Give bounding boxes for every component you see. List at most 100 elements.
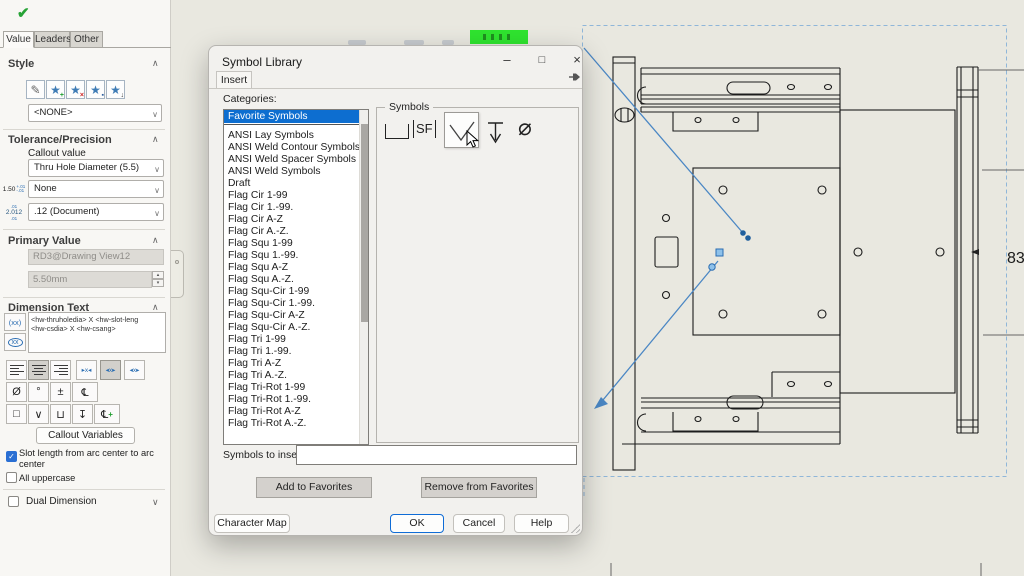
collapse-chevron-icon[interactable]: ∧	[152, 134, 159, 145]
category-item[interactable]: ANSI Weld Symbols	[224, 166, 359, 178]
category-item[interactable]: Flag Tri 1-99	[224, 334, 359, 346]
leader-handle-dot[interactable]	[709, 264, 715, 270]
inspection-dimension-button[interactable]: xx	[4, 333, 26, 351]
leader-handle-square[interactable]	[716, 249, 723, 256]
load-style-button[interactable]: ★ ↓	[106, 80, 125, 99]
collapse-chevron-icon[interactable]: ∧	[152, 58, 159, 69]
category-item[interactable]: Flag Tri-Rot 1.-99.	[224, 394, 359, 406]
justify-expand-button[interactable]: ◂x▸	[124, 360, 145, 380]
callout-variables-button[interactable]: Callout Variables	[36, 427, 135, 444]
cancel-button[interactable]: Cancel	[453, 514, 505, 533]
category-item[interactable]: Flag Tri-Rot 1-99	[224, 382, 359, 394]
all-uppercase-checkbox[interactable]	[6, 472, 17, 483]
plus-minus-symbol-button[interactable]: ±	[50, 382, 71, 402]
category-item[interactable]: Flag Squ-Cir 1.-99.	[224, 298, 359, 310]
ok-button[interactable]: OK	[390, 514, 444, 533]
remove-from-favorites-button[interactable]: Remove from Favorites	[421, 477, 537, 498]
category-item[interactable]: Flag Tri 1.-99.	[224, 346, 359, 358]
tolerance-type-dropdown[interactable]: None ∨	[28, 180, 164, 198]
value-spinner[interactable]: ▴ ▾	[152, 271, 164, 288]
dimension-83-label[interactable]: 83	[1007, 250, 1024, 267]
category-item[interactable]: Flag Squ A.-Z.	[224, 274, 359, 286]
category-item[interactable]: Flag Squ-Cir A.-Z.	[224, 322, 359, 334]
depth-symbol[interactable]	[486, 120, 506, 146]
category-item[interactable]: Favorite Symbols	[224, 110, 359, 123]
category-item[interactable]: Flag Tri-Rot A-Z	[224, 406, 359, 418]
square-symbol-button[interactable]: □	[6, 404, 27, 424]
dimension-annotations[interactable]: 83	[611, 70, 1024, 576]
maximize-button[interactable]: □	[528, 51, 556, 70]
category-item[interactable]: Flag Cir A-Z	[224, 214, 359, 226]
text-align-center-button[interactable]	[28, 360, 49, 380]
collapse-chevron-icon[interactable]: ∨	[152, 497, 159, 508]
dimension-text-box[interactable]: <hw-thruholedia> X <hw-slot-leng <hw-csd…	[28, 312, 166, 353]
text-align-right-button[interactable]	[50, 360, 71, 380]
counterbore-symbol-button[interactable]: ⊔	[50, 404, 71, 424]
scrollbar[interactable]	[359, 110, 368, 444]
spinner-down-icon[interactable]: ▾	[152, 279, 164, 287]
confirm-check-icon[interactable]: ✔	[17, 4, 30, 22]
add-to-favorites-button[interactable]: Add to Favorites	[256, 477, 372, 498]
centerline-symbol-button[interactable]: ℄	[72, 382, 98, 402]
category-item[interactable]: Flag Squ-Cir 1-99	[224, 286, 359, 298]
part-geometry[interactable]	[613, 57, 978, 470]
diameter-symbol-button[interactable]: Ø	[6, 382, 27, 402]
selected-dimension-leader[interactable]	[584, 48, 751, 409]
set-default-attributes-button[interactable]: ✎	[26, 80, 45, 99]
minimize-button[interactable]: –	[493, 51, 521, 70]
save-style-button[interactable]: ★ ▪	[86, 80, 105, 99]
surface-finish-symbol[interactable]: SF	[413, 120, 436, 138]
category-item[interactable]: Flag Squ-Cir A-Z	[224, 310, 359, 322]
slot-length-checkbox[interactable]: ✓	[6, 451, 17, 462]
degree-symbol-button[interactable]: °	[28, 382, 49, 402]
dimension-value-field[interactable]: 5.50mm	[28, 271, 152, 288]
precision-dropdown[interactable]: .12 (Document) ∨	[28, 203, 164, 221]
category-item[interactable]: ANSI Weld Contour Symbols	[224, 142, 359, 154]
category-item[interactable]: Flag Squ 1.-99.	[224, 250, 359, 262]
add-style-button[interactable]: ★ +	[46, 80, 65, 99]
category-item[interactable]: Flag Cir 1-99	[224, 190, 359, 202]
dimension-name-field[interactable]: RD3@Drawing View12	[28, 249, 164, 265]
tab-other[interactable]: Other	[70, 31, 103, 48]
countersink-symbol-button[interactable]: ∨	[28, 404, 49, 424]
pin-icon[interactable]	[568, 72, 581, 82]
delete-style-button[interactable]: ★ ×	[66, 80, 85, 99]
category-item[interactable]: ANSI Weld Spacer Symbols	[224, 154, 359, 166]
text-align-left-button[interactable]	[6, 360, 27, 380]
primary-value-section-header[interactable]: Primary Value	[8, 235, 81, 247]
panel-collapse-handle[interactable]	[171, 250, 184, 298]
tab-value[interactable]: Value	[3, 31, 34, 48]
leader-handle-dot[interactable]	[740, 230, 746, 236]
category-item[interactable]: Flag Tri A.-Z.	[224, 370, 359, 382]
dual-dimension-checkbox[interactable]	[8, 496, 19, 507]
scrollbar-thumb[interactable]	[361, 124, 368, 322]
add-centerline-button[interactable]: ℄+	[94, 404, 120, 424]
character-map-button[interactable]: Character Map	[214, 514, 290, 533]
tab-insert[interactable]: Insert	[216, 71, 252, 88]
category-item[interactable]: Flag Cir 1.-99.	[224, 202, 359, 214]
tab-leaders[interactable]: Leaders	[34, 31, 70, 48]
tolerance-section-header[interactable]: Tolerance/Precision	[8, 134, 112, 146]
symbols-to-insert-input[interactable]	[296, 445, 577, 465]
category-item[interactable]: Flag Squ 1-99	[224, 238, 359, 250]
category-item[interactable]: Flag Cir A.-Z.	[224, 226, 359, 238]
square-bracket-symbol[interactable]	[385, 124, 409, 139]
justify-compress-button[interactable]: ▸x◂	[76, 360, 97, 380]
category-item[interactable]: Flag Tri-Rot A.-Z.	[224, 418, 359, 430]
diameter-symbol[interactable]: ⌀	[518, 114, 532, 141]
category-item[interactable]: Flag Squ A-Z	[224, 262, 359, 274]
style-section-header[interactable]: Style	[8, 58, 34, 70]
category-item[interactable]: Draft	[224, 178, 359, 190]
help-button[interactable]: Help	[514, 514, 569, 533]
category-item[interactable]: Flag Tri A-Z	[224, 358, 359, 370]
add-parenthesis-button[interactable]: (xx)	[4, 313, 26, 331]
highlighted-toolbar-item[interactable]	[470, 30, 528, 44]
collapse-chevron-icon[interactable]: ∧	[152, 235, 159, 246]
justify-center-button[interactable]: ◂x▸	[100, 360, 121, 380]
depth-symbol-button[interactable]: ↧	[72, 404, 93, 424]
resize-grip[interactable]	[570, 523, 580, 533]
close-button[interactable]: ×	[563, 51, 591, 70]
categories-listbox[interactable]: Favorite Symbols ANSI Lay Symbols ANSI W…	[223, 109, 369, 445]
category-item[interactable]: ANSI Lay Symbols	[224, 130, 359, 142]
callout-value-dropdown[interactable]: Thru Hole Diameter (5.5) ∨	[28, 159, 164, 177]
